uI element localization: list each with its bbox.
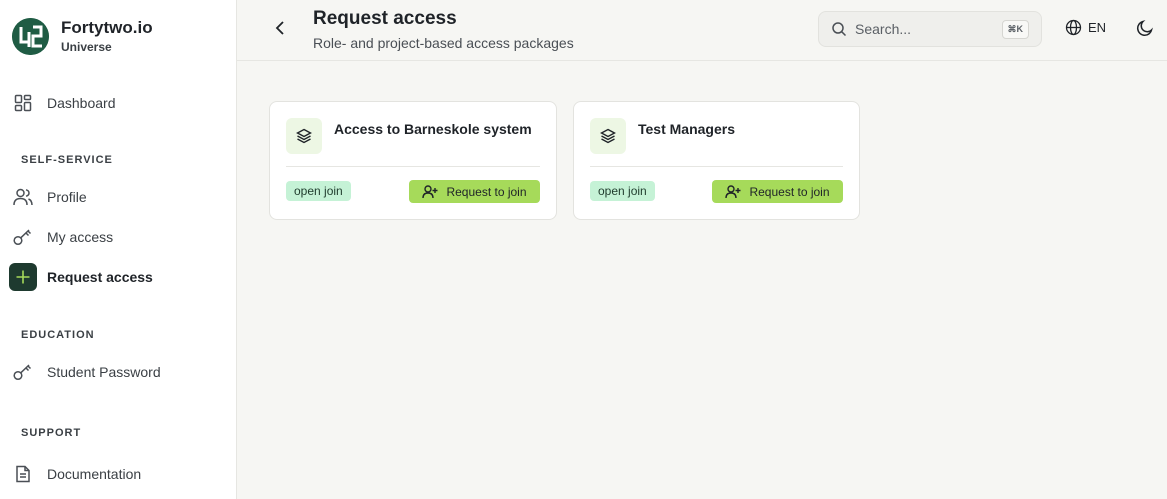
request-to-join-button[interactable]: Request to join — [409, 180, 540, 203]
key-icon — [9, 223, 37, 251]
chevron-left-icon — [275, 21, 284, 35]
back-button[interactable] — [269, 17, 291, 39]
dashboard-icon — [9, 89, 37, 117]
sidebar-item-profile[interactable]: Profile — [9, 182, 228, 212]
user-plus-icon — [725, 184, 741, 199]
search-placeholder: Search... — [855, 21, 912, 37]
button-label: Request to join — [749, 184, 830, 199]
sidebar-item-label: Documentation — [47, 466, 142, 482]
layers-icon — [286, 118, 322, 154]
section-title-self-service: SELF-SERVICE — [21, 154, 113, 166]
moon-icon — [1137, 20, 1153, 36]
status-badge: open join — [590, 181, 655, 201]
brand-subtitle: Universe — [61, 40, 112, 54]
sidebar-item-label: Request access — [47, 269, 153, 285]
logo — [12, 18, 49, 55]
sidebar-item-my-access[interactable]: My access — [9, 222, 228, 252]
plus-icon — [9, 263, 37, 291]
layers-icon — [590, 118, 626, 154]
users-icon — [9, 183, 37, 211]
sidebar-item-label: My access — [47, 229, 114, 245]
sidebar-item-label: Profile — [47, 189, 87, 205]
page-title: Request access — [313, 8, 457, 29]
sidebar-item-label: Student Password — [47, 364, 161, 380]
divider — [286, 166, 540, 167]
key-icon — [9, 358, 37, 386]
sidebar-item-label: Dashboard — [47, 95, 116, 111]
sidebar-item-dashboard[interactable]: Dashboard — [9, 88, 228, 118]
card-title: Test Managers — [638, 121, 735, 137]
card-title: Access to Barneskole system — [334, 121, 532, 137]
section-title-education: EDUCATION — [21, 329, 95, 341]
language-selector[interactable]: EN — [1065, 19, 1106, 36]
search-input[interactable]: Search... ⌘K — [818, 11, 1042, 47]
theme-toggle[interactable] — [1136, 19, 1156, 39]
request-to-join-button[interactable]: Request to join — [712, 180, 843, 203]
status-badge: open join — [286, 181, 351, 201]
language-label: EN — [1088, 20, 1107, 35]
globe-icon — [1065, 19, 1082, 36]
sidebar-item-student-password[interactable]: Student Password — [9, 357, 228, 387]
page-subtitle: Role- and project-based access packages — [313, 35, 574, 51]
brand-name: Fortytwo.io — [61, 18, 153, 37]
user-plus-icon — [422, 184, 438, 199]
access-package-card: Access to Barneskole system open join Re… — [269, 101, 557, 220]
document-icon — [9, 460, 37, 488]
section-title-support: SUPPORT — [21, 427, 82, 439]
access-package-card: Test Managers open join Request to join — [573, 101, 860, 220]
header: Request access Role- and project-based a… — [237, 0, 1167, 61]
button-label: Request to join — [446, 184, 527, 199]
sidebar-item-request-access[interactable]: Request access — [9, 262, 228, 292]
divider — [590, 166, 843, 167]
search-shortcut: ⌘K — [1001, 19, 1029, 39]
brand[interactable]: Fortytwo.io Universe — [12, 18, 153, 55]
sidebar: Fortytwo.io Universe Dashboard SELF-SERV… — [0, 0, 237, 499]
sidebar-item-documentation[interactable]: Documentation — [9, 459, 228, 489]
search-icon — [831, 21, 847, 37]
